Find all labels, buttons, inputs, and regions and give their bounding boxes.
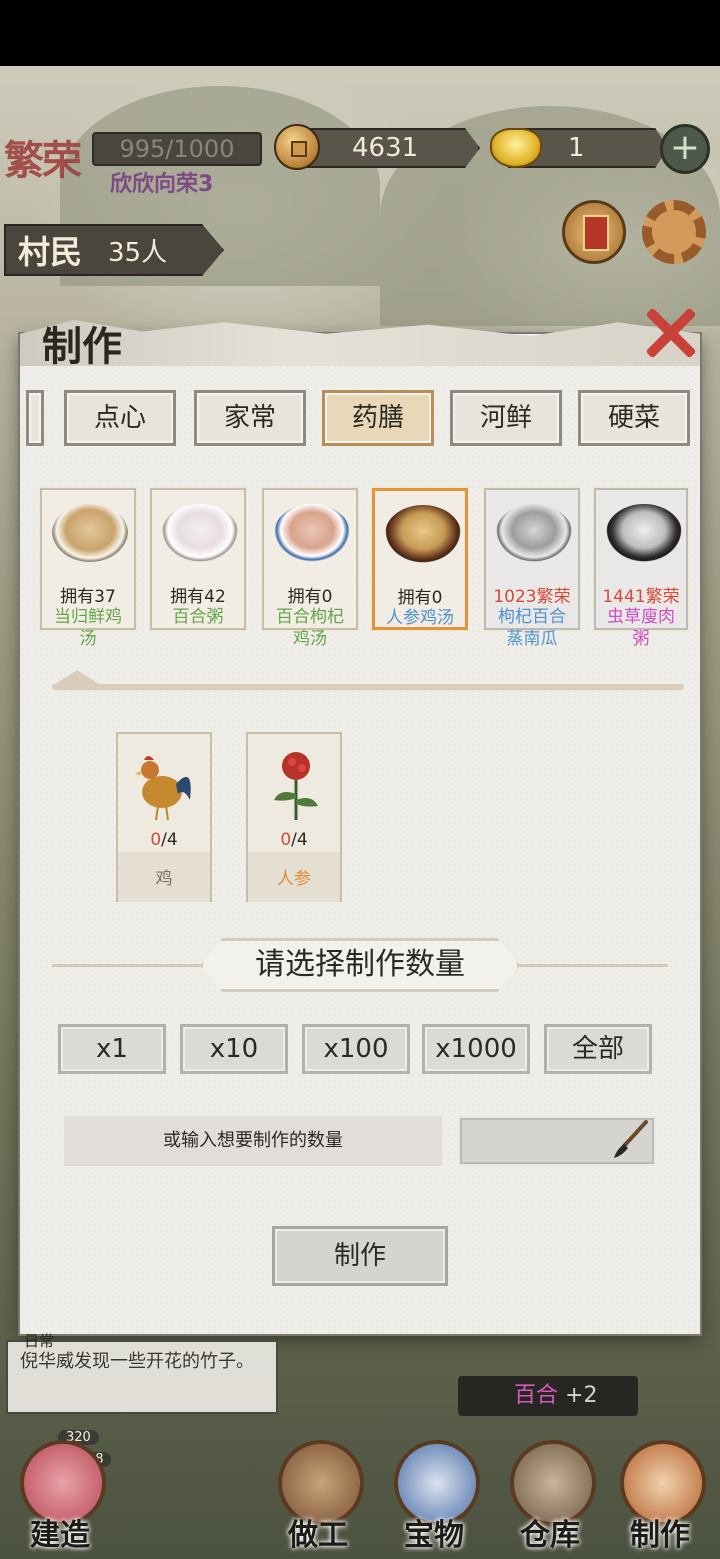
quantity-title: 请选择制作数量 bbox=[200, 938, 520, 992]
qty-x100-button[interactable]: x100 bbox=[302, 1024, 410, 1074]
qty-x1-button[interactable]: x1 bbox=[58, 1024, 166, 1074]
tab-dessert[interactable]: 点心 bbox=[64, 390, 176, 446]
nav-craft[interactable]: 制作 bbox=[600, 1440, 720, 1559]
close-icon[interactable] bbox=[642, 304, 700, 362]
tab-homestyle[interactable]: 家常 bbox=[194, 390, 306, 446]
add-gold-button[interactable]: + bbox=[660, 124, 710, 174]
ginseng-icon bbox=[274, 752, 318, 820]
nav-label: 建造 bbox=[30, 1518, 90, 1553]
lily-porridge-icon bbox=[162, 504, 238, 562]
qty-all-button[interactable]: 全部 bbox=[544, 1024, 652, 1074]
recipe-name: 人参鸡汤 bbox=[386, 608, 454, 628]
recipe-name: 枸杞百合 蒸南瓜 bbox=[498, 607, 566, 649]
recipe-owned: 拥有37 bbox=[60, 587, 116, 607]
villager-counter[interactable]: 村民 35人 bbox=[4, 224, 224, 276]
nav-build[interactable]: 建造 bbox=[0, 1440, 120, 1559]
nav-label: 宝物 bbox=[404, 1518, 464, 1553]
recipe-name: 当归鲜鸡汤 bbox=[54, 607, 122, 649]
nav-storage[interactable]: 仓库 bbox=[490, 1440, 610, 1559]
ingredient-quantity: 0/4 bbox=[280, 830, 308, 850]
plus-icon: + bbox=[669, 127, 701, 168]
status-bar bbox=[0, 0, 720, 66]
recipe-card-locked[interactable]: 1441繁荣 虫草廋肉粥 bbox=[594, 488, 688, 649]
prosperity-title: 繁荣 bbox=[4, 137, 82, 184]
nav-work[interactable]: 做工 bbox=[258, 1440, 378, 1559]
recipe-name: 百合枸杞 鸡汤 bbox=[276, 607, 344, 649]
panel-header bbox=[20, 290, 700, 370]
scroll-task-button[interactable] bbox=[562, 200, 626, 264]
ingredient-name: 鸡 bbox=[155, 869, 173, 889]
tab-scroll-left[interactable] bbox=[26, 390, 44, 446]
tab-hearty-dishes[interactable]: 硬菜 bbox=[578, 390, 690, 446]
villager-label: 村民 bbox=[18, 233, 83, 271]
rooster-icon bbox=[135, 756, 191, 821]
toast-count: +2 bbox=[565, 1383, 598, 1408]
ingredient-quantity: 0/4 bbox=[150, 830, 178, 850]
recipe-name: 百合粥 bbox=[172, 607, 224, 627]
recipe-card-selected[interactable]: 拥有0 人参鸡汤 bbox=[372, 488, 468, 630]
tab-river-fish[interactable]: 河鲜 bbox=[450, 390, 562, 446]
qty-x1000-button[interactable]: x1000 bbox=[422, 1024, 530, 1074]
nav-label: 仓库 bbox=[520, 1518, 580, 1553]
tab-medicinal[interactable]: 药膳 bbox=[322, 390, 434, 446]
prosperity-progress[interactable]: 995/1000 bbox=[92, 132, 262, 166]
make-button[interactable]: 制作 bbox=[272, 1226, 448, 1286]
gold-ingot-icon bbox=[490, 128, 542, 168]
chicken-soup-icon bbox=[52, 504, 128, 562]
recipe-owned: 拥有0 bbox=[397, 588, 443, 608]
quantity-input-label: 或输入想要制作的数量 bbox=[64, 1116, 442, 1166]
nav-label: 制作 bbox=[630, 1518, 690, 1553]
ingredient-name: 人参 bbox=[277, 869, 311, 889]
event-log: 倪华威发现一些开花的竹子。 bbox=[6, 1340, 278, 1414]
brush-icon[interactable] bbox=[606, 1120, 650, 1160]
recipe-card[interactable]: 拥有42 百合粥 bbox=[150, 488, 246, 630]
ingredient-card[interactable]: 0/4 鸡 bbox=[116, 732, 212, 902]
recipe-card[interactable]: 拥有0 百合枸杞 鸡汤 bbox=[262, 488, 358, 649]
steamed-pumpkin-icon bbox=[496, 504, 572, 562]
event-log-tag: 日常 bbox=[24, 1332, 55, 1350]
recipe-card-locked[interactable]: 1023繁荣 枸杞百合 蒸南瓜 bbox=[484, 488, 580, 649]
qty-x10-button[interactable]: x10 bbox=[180, 1024, 288, 1074]
recipe-name: 虫草廋肉粥 bbox=[607, 607, 675, 649]
recipe-unlock-cost: 1441繁荣 bbox=[602, 587, 680, 607]
recipe-owned: 拥有42 bbox=[170, 587, 226, 607]
recipe-card[interactable]: 拥有37 当归鲜鸡汤 bbox=[40, 488, 136, 649]
ingredient-card[interactable]: 0/4 人参 bbox=[246, 732, 342, 902]
settings-gear-icon[interactable] bbox=[642, 200, 706, 264]
nav-label: 做工 bbox=[288, 1518, 348, 1553]
cordyceps-porridge-icon bbox=[606, 504, 682, 562]
item-gain-toast: 百合 +2 bbox=[458, 1376, 638, 1416]
coin-icon bbox=[274, 124, 320, 170]
nav-treasure[interactable]: 宝物 bbox=[374, 1440, 494, 1559]
ginseng-chicken-soup-icon bbox=[385, 505, 461, 563]
recipe-owned: 拥有0 bbox=[287, 587, 333, 607]
coin-counter[interactable]: 4631 bbox=[292, 128, 480, 168]
panel-title: 制作 bbox=[42, 323, 122, 370]
scroll-icon bbox=[583, 215, 609, 251]
lily-goji-chicken-soup-icon bbox=[274, 504, 350, 562]
recipe-unlock-cost: 1023繁荣 bbox=[493, 587, 571, 607]
toast-item: 百合 bbox=[514, 1383, 559, 1408]
villager-count: 35人 bbox=[108, 237, 168, 268]
prosperity-level: 欣欣向荣3 bbox=[110, 172, 214, 197]
divider bbox=[52, 684, 684, 690]
